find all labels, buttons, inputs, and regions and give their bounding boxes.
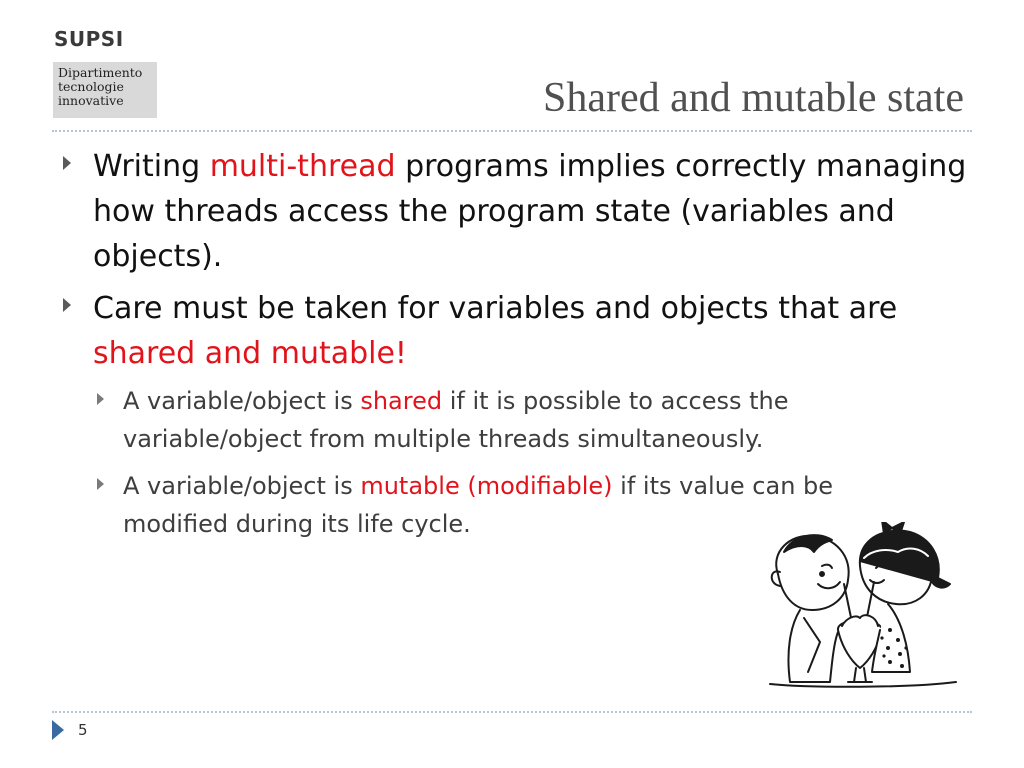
triangle-right-icon [52, 720, 64, 740]
highlight-text: shared and mutable! [93, 336, 407, 371]
highlight-text: mutable (modifiable) [360, 472, 613, 500]
bullet-shared-mutable: Care must be taken for variables and obj… [63, 286, 973, 376]
bullet-arrow-icon [63, 156, 71, 170]
highlight-text: multi-thread [209, 149, 396, 184]
children-sharing-milkshake-illustration [769, 522, 957, 688]
footer-divider [52, 711, 972, 713]
sub-bullet-arrow-icon [97, 393, 104, 405]
sub-bullet-shared: A variable/object is shared if it is pos… [97, 382, 943, 458]
slide-title: Shared and mutable state [542, 75, 964, 121]
department-line-3: innovative [58, 93, 124, 108]
title-divider [52, 130, 972, 132]
bullet-arrow-icon [63, 298, 71, 312]
sub-bullet-arrow-icon [97, 478, 104, 490]
sub-bullet-text: A variable/object is [123, 472, 361, 500]
supsi-logo: SUPSI [54, 27, 124, 51]
department-badge: Dipartimento tecnologie innovative [53, 62, 157, 118]
bullet-text: Writing [93, 149, 210, 184]
sub-bullet-text: A variable/object is [123, 387, 361, 415]
department-line-2: tecnologie [58, 79, 124, 94]
highlight-text: shared [360, 387, 443, 415]
page-number: 5 [78, 721, 88, 739]
bullet-multithread: Writing multi-thread programs implies co… [63, 144, 973, 279]
department-line-1: Dipartimento [58, 65, 143, 80]
bullet-text: Care must be taken for variables and obj… [93, 291, 898, 326]
